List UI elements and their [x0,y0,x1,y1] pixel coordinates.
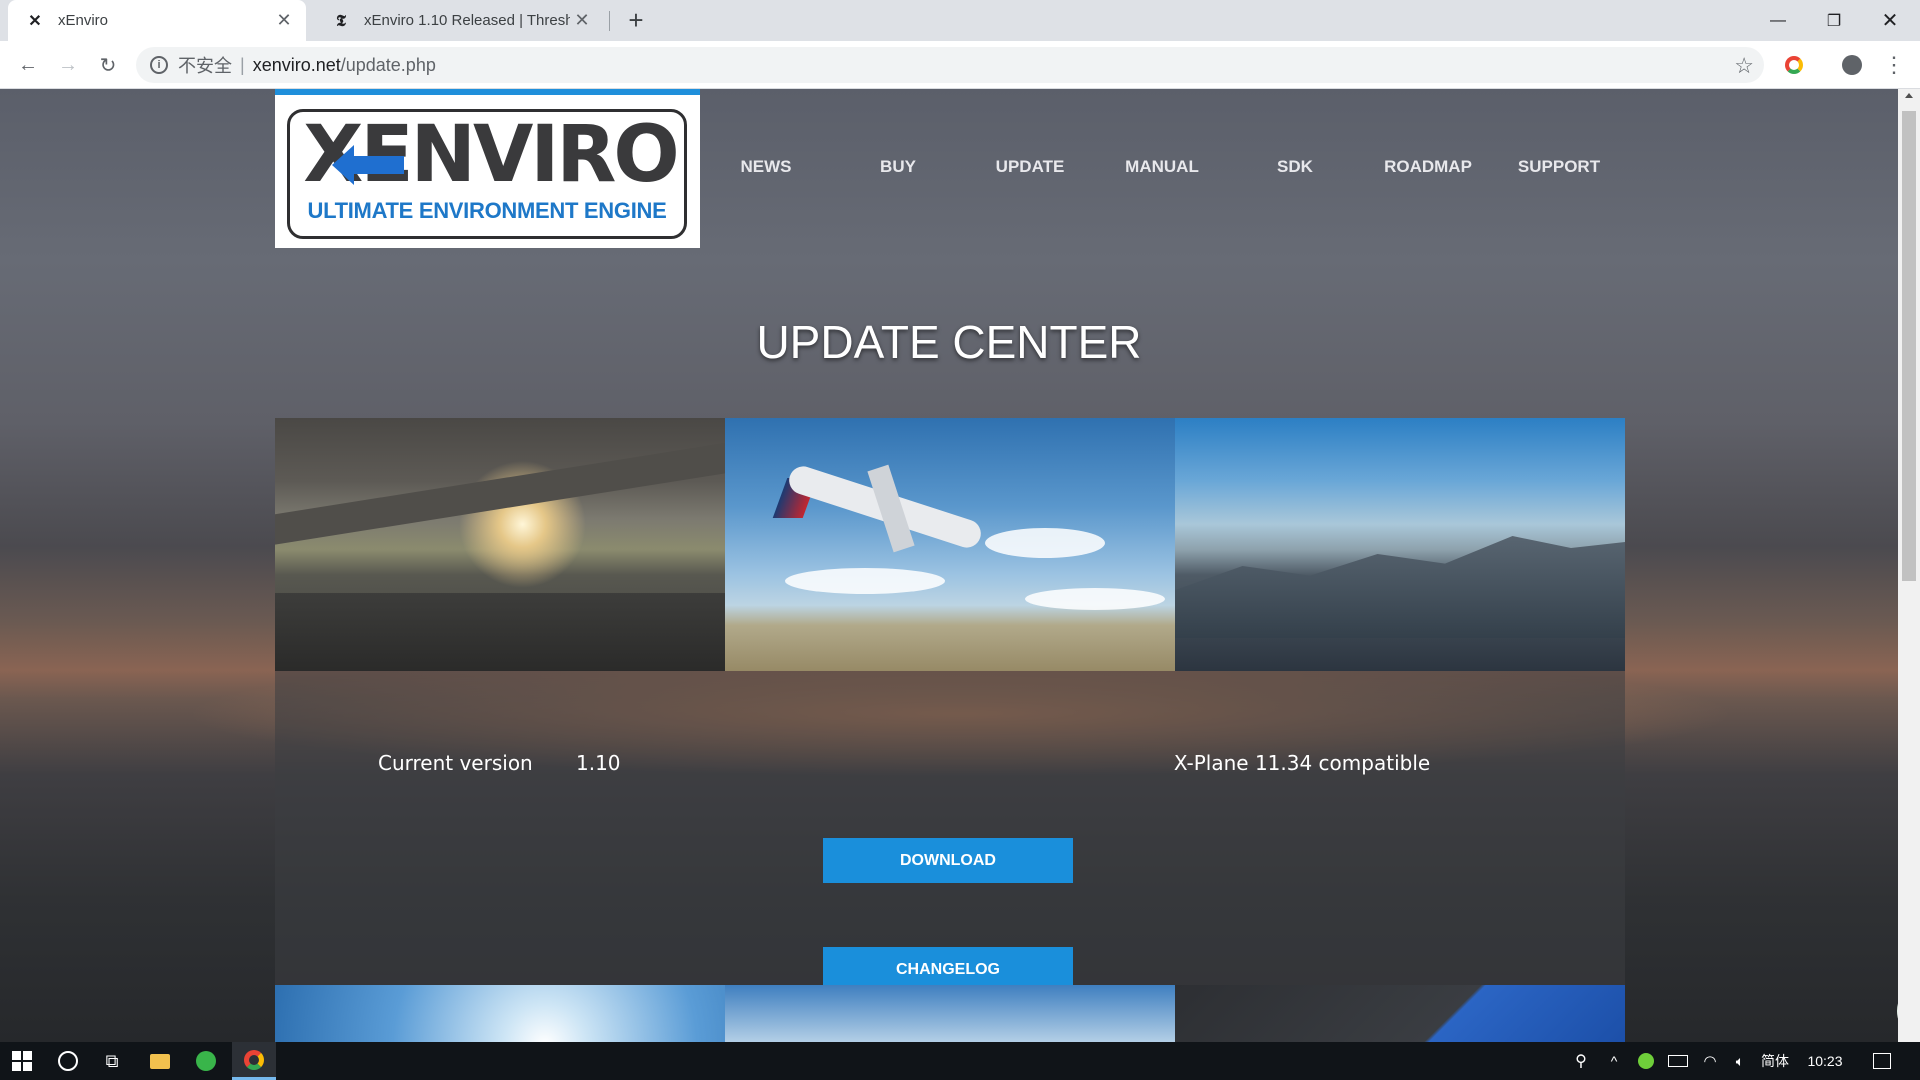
logo-arrow-icon [332,145,404,185]
start-button[interactable] [0,1042,44,1080]
forward-button[interactable]: → [52,49,84,81]
nav-buy[interactable]: BUY [880,157,916,177]
url-host: xenviro.net [252,54,341,75]
cockpit-panel [275,593,725,671]
chrome-extension-icon[interactable] [1778,49,1810,81]
search-circle-icon[interactable] [48,1042,88,1080]
download-panel: Current version 1.10 X-Plane 11.34 compa… [275,671,1625,993]
url-path: /update.php [340,54,436,75]
tab-strip: ✕ xEnviro ✕ 𝕿 xEnviro 1.10 Released | Th… [0,0,1920,41]
xenviro-favicon-icon: ✕ [28,12,42,30]
nav-update[interactable]: UPDATE [996,157,1065,177]
menu-kebab-icon[interactable]: ⋮ [1878,49,1910,81]
chrome-taskbar-icon[interactable] [232,1042,276,1080]
nav-roadmap[interactable]: ROADMAP [1384,157,1472,177]
current-version-value: 1.10 [576,751,621,775]
tab-title: xEnviro [58,12,109,29]
tab-xenviro[interactable]: ✕ xEnviro ✕ [8,0,306,41]
threshold-favicon-icon: 𝕿 [336,10,346,30]
current-version-label: Current version [378,751,533,775]
clock-time[interactable]: 10:23 [1800,1042,1850,1080]
people-icon[interactable]: ⚲ [1565,1042,1597,1080]
second-gallery [275,985,1625,1042]
cockpit-screenshot [275,418,725,671]
mountain-ridge [1175,536,1625,638]
nav-manual[interactable]: MANUAL [1125,157,1199,177]
task-view-icon[interactable]: ⧉ [92,1042,132,1080]
tab-threshold[interactable]: 𝕿 xEnviro 1.10 Released | Thresh ✕ [314,0,604,41]
cockpit-frame [275,440,725,546]
logo-tagline: ULTIMATE ENVIRONMENT ENGINE [307,198,667,223]
new-tab-button[interactable]: + [622,5,650,35]
wechat-app-icon[interactable] [186,1042,226,1080]
browser-toolbar: ← → ↻ i 不安全 | xenviro.net /update.php ☆ … [0,41,1920,89]
cockpit-window-screenshot [1175,985,1625,1042]
file-explorer-icon[interactable] [140,1042,180,1080]
bookmark-star-icon[interactable]: ☆ [1734,53,1754,79]
page-viewport: XENVIRO ULTIMATE ENVIRONMENT ENGINE NEWS… [0,89,1898,1042]
cloud [985,528,1105,558]
ime-indicator[interactable]: 简体 [1753,1042,1797,1080]
tray-app-icon[interactable] [1631,1042,1661,1080]
cloud [785,568,945,594]
nav-support[interactable]: SUPPORT [1518,157,1600,177]
nav-news[interactable]: NEWS [741,157,792,177]
clouds-screenshot [725,985,1175,1042]
close-window-button[interactable]: ✕ [1862,0,1918,41]
page-scrollbar[interactable] [1898,89,1920,1042]
address-divider: | [240,54,245,75]
logo-frame: XENVIRO ULTIMATE ENVIRONMENT ENGINE [287,109,687,239]
scroll-up-arrow-icon[interactable] [1905,93,1913,98]
security-label: 不安全 [178,56,232,76]
reload-button[interactable]: ↻ [92,49,124,81]
profile-avatar-icon[interactable] [1836,49,1868,81]
tray-expand-chevron-icon[interactable]: ^ [1601,1042,1627,1080]
network-wifi-icon[interactable]: ◠ [1695,1042,1725,1080]
tab-close-icon[interactable]: ✕ [272,9,296,33]
back-button[interactable]: ← [12,49,44,81]
site-logo[interactable]: XENVIRO ULTIMATE ENVIRONMENT ENGINE [275,89,700,248]
address-bar[interactable]: i 不安全 | xenviro.net /update.php ☆ [136,47,1764,83]
page-title: UPDATE CENTER [756,316,1142,368]
screenshot-gallery [275,418,1625,671]
minimize-button[interactable]: — [1750,0,1806,41]
windows-logo-icon [12,1051,32,1071]
mountain-screenshot [1175,418,1625,671]
windows-taskbar: ⧉ ⚲ ^ ◠ 🔈︎ 简体 10:23 [0,1042,1920,1080]
battery-icon[interactable] [1663,1042,1693,1080]
restore-button[interactable]: ❐ [1806,0,1862,41]
compatibility-text: X-Plane 11.34 compatible [1173,751,1431,775]
scroll-thumb[interactable] [1902,111,1916,581]
download-button[interactable]: DOWNLOAD [823,838,1073,883]
info-icon[interactable]: i [150,56,168,74]
tab-title: xEnviro 1.10 Released | Thresh [364,12,570,29]
sky-screenshot [275,985,725,1042]
volume-icon[interactable]: 🔈︎ [1725,1042,1755,1080]
nav-sdk[interactable]: SDK [1277,157,1313,177]
action-center-icon[interactable] [1862,1042,1902,1080]
cloud [1025,588,1165,610]
airliner-screenshot [725,418,1175,671]
tab-separator [609,11,610,31]
tab-close-icon[interactable]: ✕ [570,9,594,33]
